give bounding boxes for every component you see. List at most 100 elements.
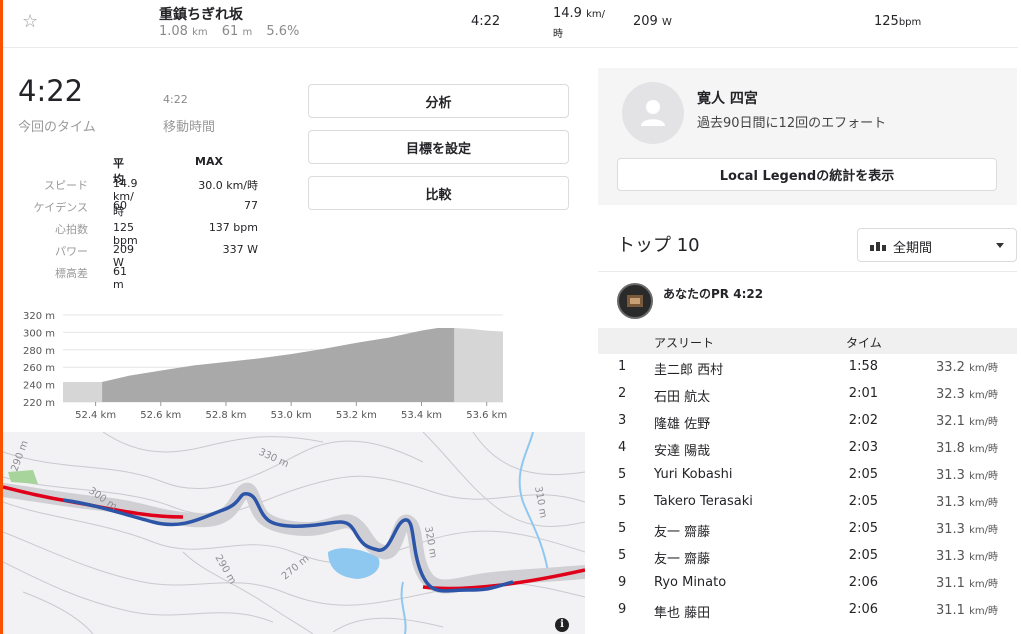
- col-time: タイム: [846, 336, 882, 350]
- effort-speed: 32.3 km/時: [936, 387, 998, 402]
- stat-label: パワー: [55, 245, 88, 258]
- user-silhouette-icon: [641, 100, 665, 126]
- x-tick-label: 53.4 km: [401, 410, 442, 421]
- moving-time-label: 移動時間: [163, 120, 216, 135]
- x-tick-label: 53.2 km: [336, 410, 377, 421]
- table-row: 9 Ryo Minato 2:06 31.1 km/時: [598, 570, 1017, 597]
- athlete-name[interactable]: 安達 陽哉: [654, 440, 710, 459]
- effort-time[interactable]: 2:05: [838, 467, 878, 482]
- effort-time[interactable]: 2:02: [838, 413, 878, 428]
- rank: 5: [618, 548, 627, 563]
- stat-label: 心拍数: [55, 223, 88, 236]
- athlete-name[interactable]: 圭二郎 西村: [654, 359, 723, 378]
- map-canvas: 290 m 300 m 330 m 290 m 270 m 310 m 320 …: [3, 432, 585, 634]
- star-icon[interactable]: ☆: [22, 11, 38, 32]
- bar-chart-icon: [870, 242, 886, 251]
- stat-avg: 61 m: [113, 265, 127, 291]
- y-tick-label: 260 m: [23, 363, 55, 374]
- rank: 4: [618, 440, 627, 455]
- athlete-name[interactable]: 石田 航太: [654, 386, 710, 405]
- x-tick-label: 53.6 km: [466, 410, 507, 421]
- table-row: 2 石田 航太 2:01 32.3 km/時: [598, 381, 1017, 408]
- stat-avg: 60: [113, 199, 127, 212]
- chevron-down-icon: [996, 243, 1004, 248]
- elapsed-time: 4:22: [18, 74, 84, 108]
- athlete-name[interactable]: 隆雄 佐野: [654, 413, 710, 432]
- segment-grade: 5.6%: [266, 24, 300, 39]
- x-tick-label: 53.0 km: [271, 410, 312, 421]
- athlete-name[interactable]: 隼也 藤田: [654, 602, 710, 621]
- athlete-name[interactable]: 友一 齋藤: [654, 548, 710, 567]
- effort-time[interactable]: 2:01: [838, 386, 878, 401]
- effort-speed: 31.1 km/時: [936, 576, 998, 591]
- divider: [598, 271, 1017, 272]
- leaderboard-header: アスリート タイム: [598, 328, 1017, 354]
- local-legend-name[interactable]: 寛人 四宮: [697, 88, 758, 108]
- y-tick-label: 300 m: [23, 328, 55, 339]
- table-row: 1 圭二郎 西村 1:58 33.2 km/時: [598, 354, 1017, 381]
- effort-time[interactable]: 2:06: [838, 575, 878, 590]
- contour-label: 290 m: [212, 553, 238, 586]
- athlete-name[interactable]: Ryo Minato: [654, 575, 726, 590]
- stat-avg: 14.9 km/時: [113, 177, 138, 218]
- rank: 9: [618, 602, 627, 617]
- athlete-name[interactable]: Yuri Kobashi: [654, 467, 732, 482]
- your-pr: あなたのPR 4:22: [663, 287, 764, 301]
- effort-time[interactable]: 2:05: [838, 521, 878, 536]
- pr-avatar[interactable]: [617, 283, 653, 319]
- effort-speed: 32.1 km/時: [936, 414, 998, 429]
- segment-name[interactable]: 重鎮ちぎれ坂: [159, 4, 243, 24]
- elevation-profile-chart[interactable]: 320 m 300 m 280 m 260 m 240 m 220 m 52.4 km 52.…: [15, 305, 515, 425]
- effort-time[interactable]: 1:58: [838, 359, 878, 374]
- y-tick-label: 280 m: [23, 346, 55, 357]
- table-row: 3 隆雄 佐野 2:02 32.1 km/時: [598, 408, 1017, 435]
- info-icon[interactable]: i: [555, 618, 569, 632]
- segment-header-row: ☆ 重鎮ちぎれ坂 1.08 km 61 m 5.6% 4:22 14.9 km/…: [3, 0, 1018, 48]
- header-power: 209 W: [633, 14, 672, 29]
- y-tick-label: 320 m: [23, 311, 55, 322]
- x-tick-label: 52.6 km: [140, 410, 181, 421]
- header-speed: 14.9 km/ 時: [553, 6, 605, 40]
- col-max-header: MAX: [195, 155, 223, 168]
- stat-max: 337 W: [222, 243, 258, 256]
- effort-time[interactable]: 2:03: [838, 440, 878, 455]
- athlete-name[interactable]: 友一 齋藤: [654, 521, 710, 540]
- avatar[interactable]: [622, 82, 684, 144]
- table-row: 5 友一 齋藤 2:05 31.3 km/時: [598, 543, 1017, 570]
- local-legend-stats-button[interactable]: Local Legendの統計を表示: [617, 158, 997, 191]
- table-row: 5 Takero Terasaki 2:05 31.3 km/時: [598, 489, 1017, 516]
- effort-time[interactable]: 2:06: [838, 602, 878, 617]
- leaderboard-filter-dropdown[interactable]: 全期間: [857, 228, 1017, 262]
- contour-label: 290 m: [9, 439, 30, 473]
- segment-map[interactable]: 290 m 300 m 330 m 290 m 270 m 310 m 320 …: [3, 432, 585, 634]
- filter-label: 全期間: [893, 241, 933, 256]
- rank: 9: [618, 575, 627, 590]
- set-goal-button[interactable]: 目標を設定: [308, 130, 569, 164]
- contour-label: 310 m: [532, 486, 548, 519]
- rank: 5: [618, 521, 627, 536]
- segment-elevation-area: [102, 328, 455, 402]
- table-row: 4 安達 陽哉 2:03 31.8 km/時: [598, 435, 1017, 462]
- segment-elevation: 61 m: [221, 24, 253, 39]
- stat-label: ケイデンス: [33, 201, 88, 214]
- analyze-button[interactable]: 分析: [308, 84, 569, 118]
- y-tick-label: 240 m: [23, 381, 55, 392]
- rank: 2: [618, 386, 627, 401]
- stat-label: 標高差: [55, 267, 88, 280]
- athlete-name[interactable]: Takero Terasaki: [654, 494, 753, 509]
- compare-button[interactable]: 比較: [308, 176, 569, 210]
- effort-speed: 31.3 km/時: [936, 522, 998, 537]
- header-time: 4:22: [471, 14, 501, 29]
- effort-speed: 31.3 km/時: [936, 549, 998, 564]
- effort-speed: 31.8 km/時: [936, 441, 998, 456]
- stat-max: 30.0 km/時: [198, 179, 258, 192]
- moving-time: 4:22: [163, 93, 188, 106]
- effort-time[interactable]: 2:05: [838, 548, 878, 563]
- rank: 5: [618, 467, 627, 482]
- rank: 3: [618, 413, 627, 428]
- map-park: [8, 470, 38, 484]
- effort-time[interactable]: 2:05: [838, 494, 878, 509]
- pr-badge-icon: [627, 295, 643, 307]
- segment-distance: 1.08 km: [159, 24, 208, 39]
- stat-max: 137 bpm: [208, 221, 258, 234]
